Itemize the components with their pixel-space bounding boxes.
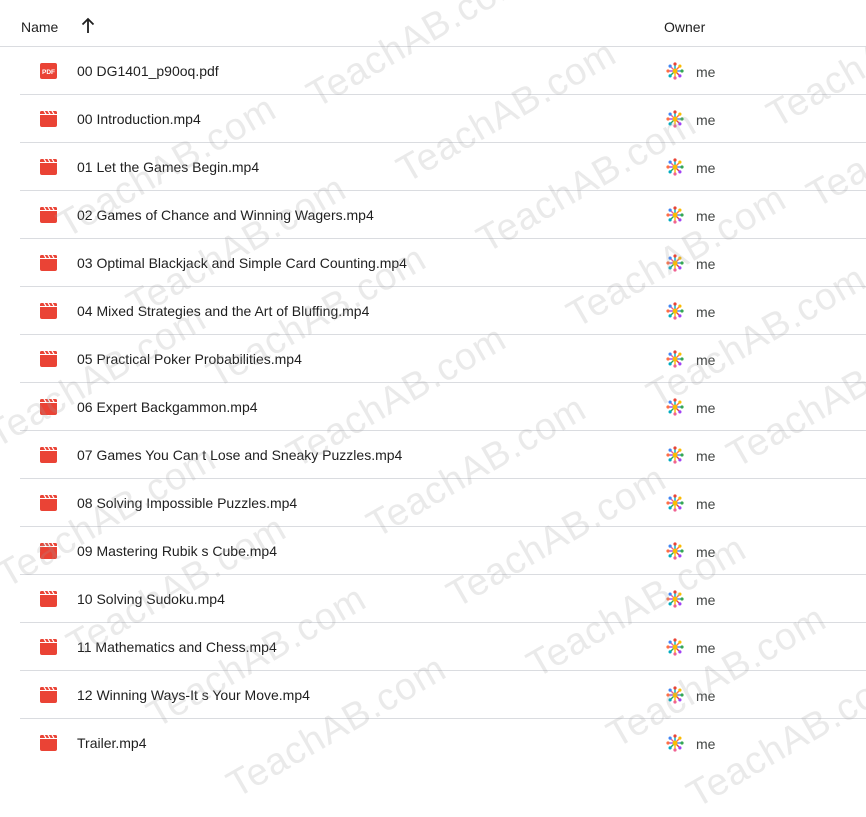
owner-name: me xyxy=(696,208,716,224)
owner-name: me xyxy=(696,112,716,128)
owner-name: me xyxy=(696,256,716,272)
file-name[interactable]: 01 Let the Games Begin.mp4 xyxy=(77,159,259,175)
owner-avatar-icon xyxy=(665,493,685,513)
owner-avatar-icon xyxy=(665,109,685,129)
file-row[interactable]: 06 Expert Backgammon.mp4 me xyxy=(20,383,866,431)
file-name[interactable]: 06 Expert Backgammon.mp4 xyxy=(77,399,258,415)
name-column-header[interactable]: Name xyxy=(21,19,58,35)
file-row[interactable]: 12 Winning Ways-It s Your Move.mp4 me xyxy=(20,671,866,719)
owner-name: me xyxy=(696,304,716,320)
arrow-up-icon[interactable] xyxy=(80,17,96,35)
owner-name: me xyxy=(696,592,716,608)
file-row[interactable]: 01 Let the Games Begin.mp4 me xyxy=(20,143,866,191)
owner-avatar-icon xyxy=(665,61,685,81)
owner-avatar-icon xyxy=(665,397,685,417)
file-name[interactable]: 08 Solving Impossible Puzzles.mp4 xyxy=(77,495,297,511)
owner-name: me xyxy=(696,64,716,80)
file-row[interactable]: Trailer.mp4 me xyxy=(20,719,866,767)
file-row[interactable]: 00 Introduction.mp4 me xyxy=(20,95,866,143)
file-name[interactable]: 00 DG1401_p90oq.pdf xyxy=(77,63,219,79)
owner-name: me xyxy=(696,496,716,512)
file-name[interactable]: 11 Mathematics and Chess.mp4 xyxy=(77,639,277,655)
video-file-icon xyxy=(40,734,57,751)
owner-avatar-icon xyxy=(665,589,685,609)
file-name[interactable]: 00 Introduction.mp4 xyxy=(77,111,201,127)
file-name[interactable]: 02 Games of Chance and Winning Wagers.mp… xyxy=(77,207,374,223)
owner-name: me xyxy=(696,400,716,416)
file-name[interactable]: 12 Winning Ways-It s Your Move.mp4 xyxy=(77,687,310,703)
video-file-icon xyxy=(40,110,57,127)
owner-name: me xyxy=(696,160,716,176)
file-name[interactable]: 05 Practical Poker Probabilities.mp4 xyxy=(77,351,302,367)
video-file-icon xyxy=(40,446,57,463)
video-file-icon xyxy=(40,302,57,319)
owner-name: me xyxy=(696,352,716,368)
file-row[interactable]: 07 Games You Can t Lose and Sneaky Puzzl… xyxy=(20,431,866,479)
owner-avatar-icon xyxy=(665,157,685,177)
owner-avatar-icon xyxy=(665,637,685,657)
file-name[interactable]: 03 Optimal Blackjack and Simple Card Cou… xyxy=(77,255,407,271)
owner-avatar-icon xyxy=(665,205,685,225)
file-row[interactable]: 04 Mixed Strategies and the Art of Bluff… xyxy=(20,287,866,335)
owner-column-header[interactable]: Owner xyxy=(664,19,705,35)
video-file-icon xyxy=(40,638,57,655)
video-file-icon xyxy=(40,590,57,607)
file-list: PDF 00 DG1401_p90oq.pdf me 00 Introduction.… xyxy=(0,47,866,767)
owner-avatar-icon xyxy=(665,733,685,753)
owner-avatar-icon xyxy=(665,685,685,705)
pdf-file-icon: PDF xyxy=(40,63,57,79)
video-file-icon xyxy=(40,542,57,559)
video-file-icon xyxy=(40,494,57,511)
file-row[interactable]: 10 Solving Sudoku.mp4 me xyxy=(20,575,866,623)
owner-avatar-icon xyxy=(665,253,685,273)
owner-name: me xyxy=(696,544,716,560)
file-row[interactable]: 11 Mathematics and Chess.mp4 me xyxy=(20,623,866,671)
owner-name: me xyxy=(696,688,716,704)
file-row[interactable]: 02 Games of Chance and Winning Wagers.mp… xyxy=(20,191,866,239)
svg-text:PDF: PDF xyxy=(42,69,55,76)
file-row[interactable]: 09 Mastering Rubik s Cube.mp4 me xyxy=(20,527,866,575)
owner-avatar-icon xyxy=(665,349,685,369)
owner-name: me xyxy=(696,736,716,752)
owner-name: me xyxy=(696,640,716,656)
file-name[interactable]: 10 Solving Sudoku.mp4 xyxy=(77,591,225,607)
video-file-icon xyxy=(40,686,57,703)
video-file-icon xyxy=(40,206,57,223)
file-name[interactable]: 04 Mixed Strategies and the Art of Bluff… xyxy=(77,303,369,319)
file-list-header: Name Owner xyxy=(0,0,866,47)
video-file-icon xyxy=(40,254,57,271)
owner-name: me xyxy=(696,448,716,464)
file-row[interactable]: 03 Optimal Blackjack and Simple Card Cou… xyxy=(20,239,866,287)
file-name[interactable]: 09 Mastering Rubik s Cube.mp4 xyxy=(77,543,277,559)
file-row[interactable]: PDF 00 DG1401_p90oq.pdf me xyxy=(20,47,866,95)
file-name[interactable]: Trailer.mp4 xyxy=(77,735,147,751)
file-name[interactable]: 07 Games You Can t Lose and Sneaky Puzzl… xyxy=(77,447,402,463)
video-file-icon xyxy=(40,398,57,415)
file-row[interactable]: 05 Practical Poker Probabilities.mp4 me xyxy=(20,335,866,383)
video-file-icon xyxy=(40,350,57,367)
owner-avatar-icon xyxy=(665,445,685,465)
file-row[interactable]: 08 Solving Impossible Puzzles.mp4 me xyxy=(20,479,866,527)
owner-avatar-icon xyxy=(665,301,685,321)
video-file-icon xyxy=(40,158,57,175)
owner-avatar-icon xyxy=(665,541,685,561)
